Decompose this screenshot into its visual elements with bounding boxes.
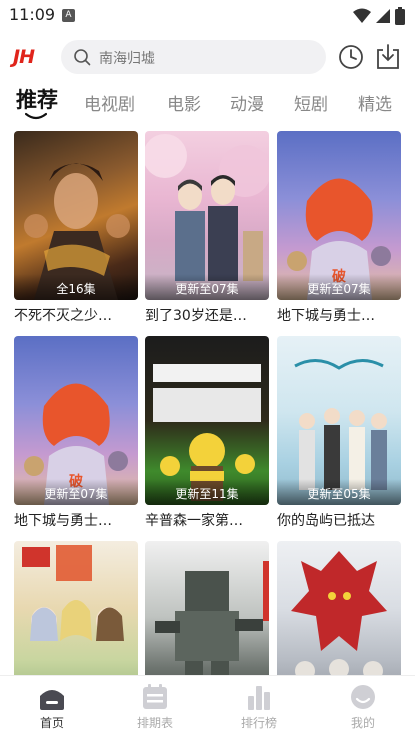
tab-tv-series[interactable]: 电视剧 <box>84 90 135 115</box>
history-clock-icon[interactable] <box>338 44 364 70</box>
episode-badge: 更新至11集 <box>175 487 239 501</box>
bottom-nav: 首页 排期表 排行榜 我的 <box>0 675 415 737</box>
card-title: 不死不灭之少… <box>14 308 112 324</box>
download-icon[interactable] <box>375 43 401 70</box>
nav-schedule[interactable]: 排期表 <box>115 684 195 731</box>
episode-badge: 更新至05集 <box>307 487 371 501</box>
search-placeholder: 南海归墟 <box>99 51 155 67</box>
episode-badge: 更新至07集 <box>44 487 108 501</box>
status-icons <box>353 7 405 25</box>
status-time: 11:09 <box>9 5 56 24</box>
card-title: 到了30岁还是… <box>145 308 247 324</box>
poster-image: 更新至05集 <box>277 336 401 505</box>
nav-label: 我的 <box>350 716 375 730</box>
tab-short-drama[interactable]: 短剧 <box>294 90 328 115</box>
battery-icon <box>395 7 405 25</box>
app-logo: JH <box>13 46 35 68</box>
poster-image: 破 更新至07集 <box>277 131 401 300</box>
episode-badge: 更新至07集 <box>175 282 239 296</box>
signal-icon <box>376 9 390 23</box>
poster-image: 更新至07集 <box>145 131 269 300</box>
search-input[interactable]: 南海归墟 <box>61 40 326 74</box>
active-tab-indicator <box>25 112 47 120</box>
nav-label: 排期表 <box>136 716 173 730</box>
tab-anime[interactable]: 动漫 <box>230 90 264 115</box>
tab-featured[interactable]: 精选 <box>358 90 392 115</box>
card-title: 辛普森一家第… <box>145 513 243 529</box>
episode-badge: 全16集 <box>56 282 96 296</box>
tab-recommend[interactable]: 推荐 <box>16 84 58 114</box>
ranking-icon <box>248 686 270 710</box>
wifi-icon <box>353 8 371 23</box>
app-header: JH 南海归墟 <box>0 38 415 76</box>
search-icon <box>74 49 91 66</box>
profile-icon <box>351 685 375 709</box>
poster-image: 破 更新至07集 <box>14 336 138 505</box>
nav-home[interactable]: 首页 <box>12 684 92 731</box>
poster-image: 更新至11集 <box>145 336 269 505</box>
episode-badge: 更新至07集 <box>307 282 371 296</box>
nav-label: 排行榜 <box>240 716 277 730</box>
schedule-icon <box>143 684 167 709</box>
card-title: 地下城与勇士… <box>14 513 112 529</box>
tab-movies[interactable]: 电影 <box>167 90 201 115</box>
card-title: 地下城与勇士… <box>277 308 375 324</box>
card-title: 你的岛屿已抵达 <box>277 513 375 529</box>
status-bar: 11:09 A <box>0 0 415 30</box>
nav-profile[interactable]: 我的 <box>323 684 403 731</box>
nav-ranking[interactable]: 排行榜 <box>219 684 299 731</box>
poster-image: 全16集 <box>14 131 138 300</box>
notification-icon: A <box>62 9 75 22</box>
nav-label: 首页 <box>39 716 64 730</box>
category-tabs: 推荐 电视剧 电影 动漫 短剧 精选 <box>0 82 415 122</box>
home-icon <box>40 690 64 710</box>
